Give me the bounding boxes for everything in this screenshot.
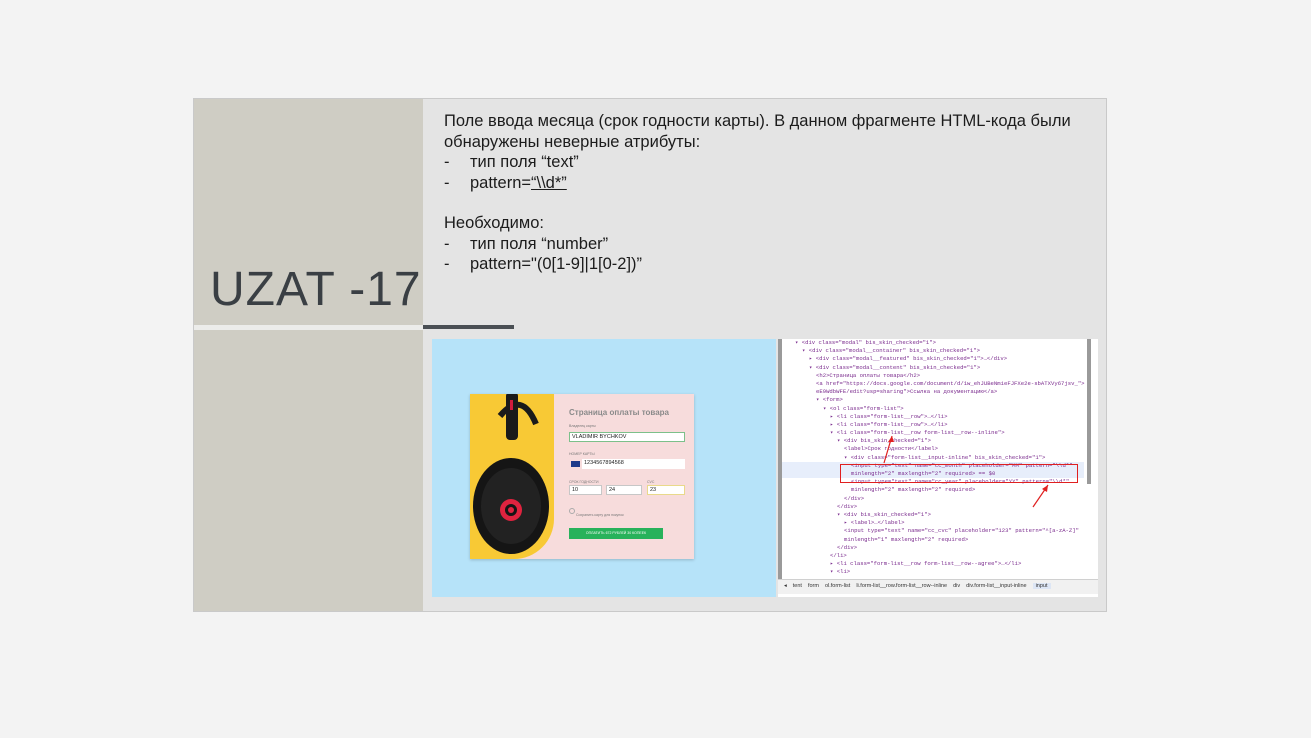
devtools-screenshot: ▾ <div class="modal" bis_skin_checked="1… bbox=[778, 339, 1098, 597]
divider-light bbox=[194, 325, 423, 330]
breadcrumb-item[interactable]: li.form-list__row.form-list__row--inline bbox=[856, 583, 947, 589]
list-item: - pattern= “\\d*” bbox=[444, 173, 567, 192]
holder-label: Владелец карты bbox=[569, 424, 596, 428]
divider-dark bbox=[423, 325, 514, 329]
save-label: Сохранить карту для покупок bbox=[576, 513, 624, 517]
title-panel: UZAT -17 bbox=[194, 99, 423, 611]
payment-page-screenshot: Страница оплаты товара Владелец карты VL… bbox=[432, 339, 776, 597]
breadcrumb-item[interactable]: div.form-list__input-inline bbox=[966, 583, 1026, 589]
list-item: - тип поля “number” bbox=[444, 234, 609, 253]
card-brand-icon bbox=[571, 461, 580, 467]
month-input[interactable]: 10 bbox=[569, 485, 602, 495]
intro-text: Поле ввода месяца (срок годности карты).… bbox=[444, 112, 1071, 151]
slide: UZAT -17 Поле ввода месяца (срок годност… bbox=[193, 98, 1107, 612]
list-item: - pattern="(0[1-9]|1[0-2])” bbox=[444, 255, 643, 273]
pay-button[interactable]: ОПЛАТИТЬ 672 РУБЛЕЙ 30 КОПЕЕК bbox=[569, 528, 663, 539]
card-number-input[interactable]: 1234567894568 bbox=[582, 459, 685, 469]
headphones-icon bbox=[473, 394, 549, 554]
breadcrumb-item[interactable]: input bbox=[1032, 583, 1051, 589]
breadcrumb-item[interactable]: div bbox=[953, 583, 960, 589]
breadcrumb-item[interactable]: ol.form-list bbox=[825, 583, 850, 589]
breadcrumb-item[interactable]: form bbox=[808, 583, 819, 589]
card-label: НОМЕР КАРТЫ bbox=[569, 452, 595, 456]
expiry-label: СРОК ГОДНОСТИ bbox=[569, 480, 599, 484]
cvc-label: CVC bbox=[647, 480, 655, 484]
year-input[interactable]: 24 bbox=[606, 485, 642, 495]
pattern-value: “\\d*” bbox=[531, 173, 567, 192]
holder-input[interactable]: VLADIMIR BYCHKOV bbox=[569, 432, 685, 442]
save-checkbox[interactable] bbox=[569, 508, 575, 514]
breadcrumb: ◂ tent form ol.form-list li.form-list__row.f… bbox=[778, 579, 1098, 594]
description: Поле ввода месяца (срок годности карты).… bbox=[444, 111, 1084, 275]
need-label: Необходимо: bbox=[444, 214, 544, 232]
page-title: Страница оплаты товара bbox=[569, 408, 669, 417]
breadcrumb-item[interactable]: ◂ bbox=[784, 583, 787, 589]
slide-title: UZAT -17 bbox=[210, 263, 422, 316]
breadcrumb-item[interactable]: tent bbox=[793, 583, 802, 589]
arrow-icons bbox=[883, 435, 1049, 508]
list-item: - тип поля “text” bbox=[444, 153, 579, 171]
cvc-input[interactable]: 23 bbox=[647, 485, 685, 495]
payment-card: Страница оплаты товара Владелец карты VL… bbox=[470, 394, 694, 559]
